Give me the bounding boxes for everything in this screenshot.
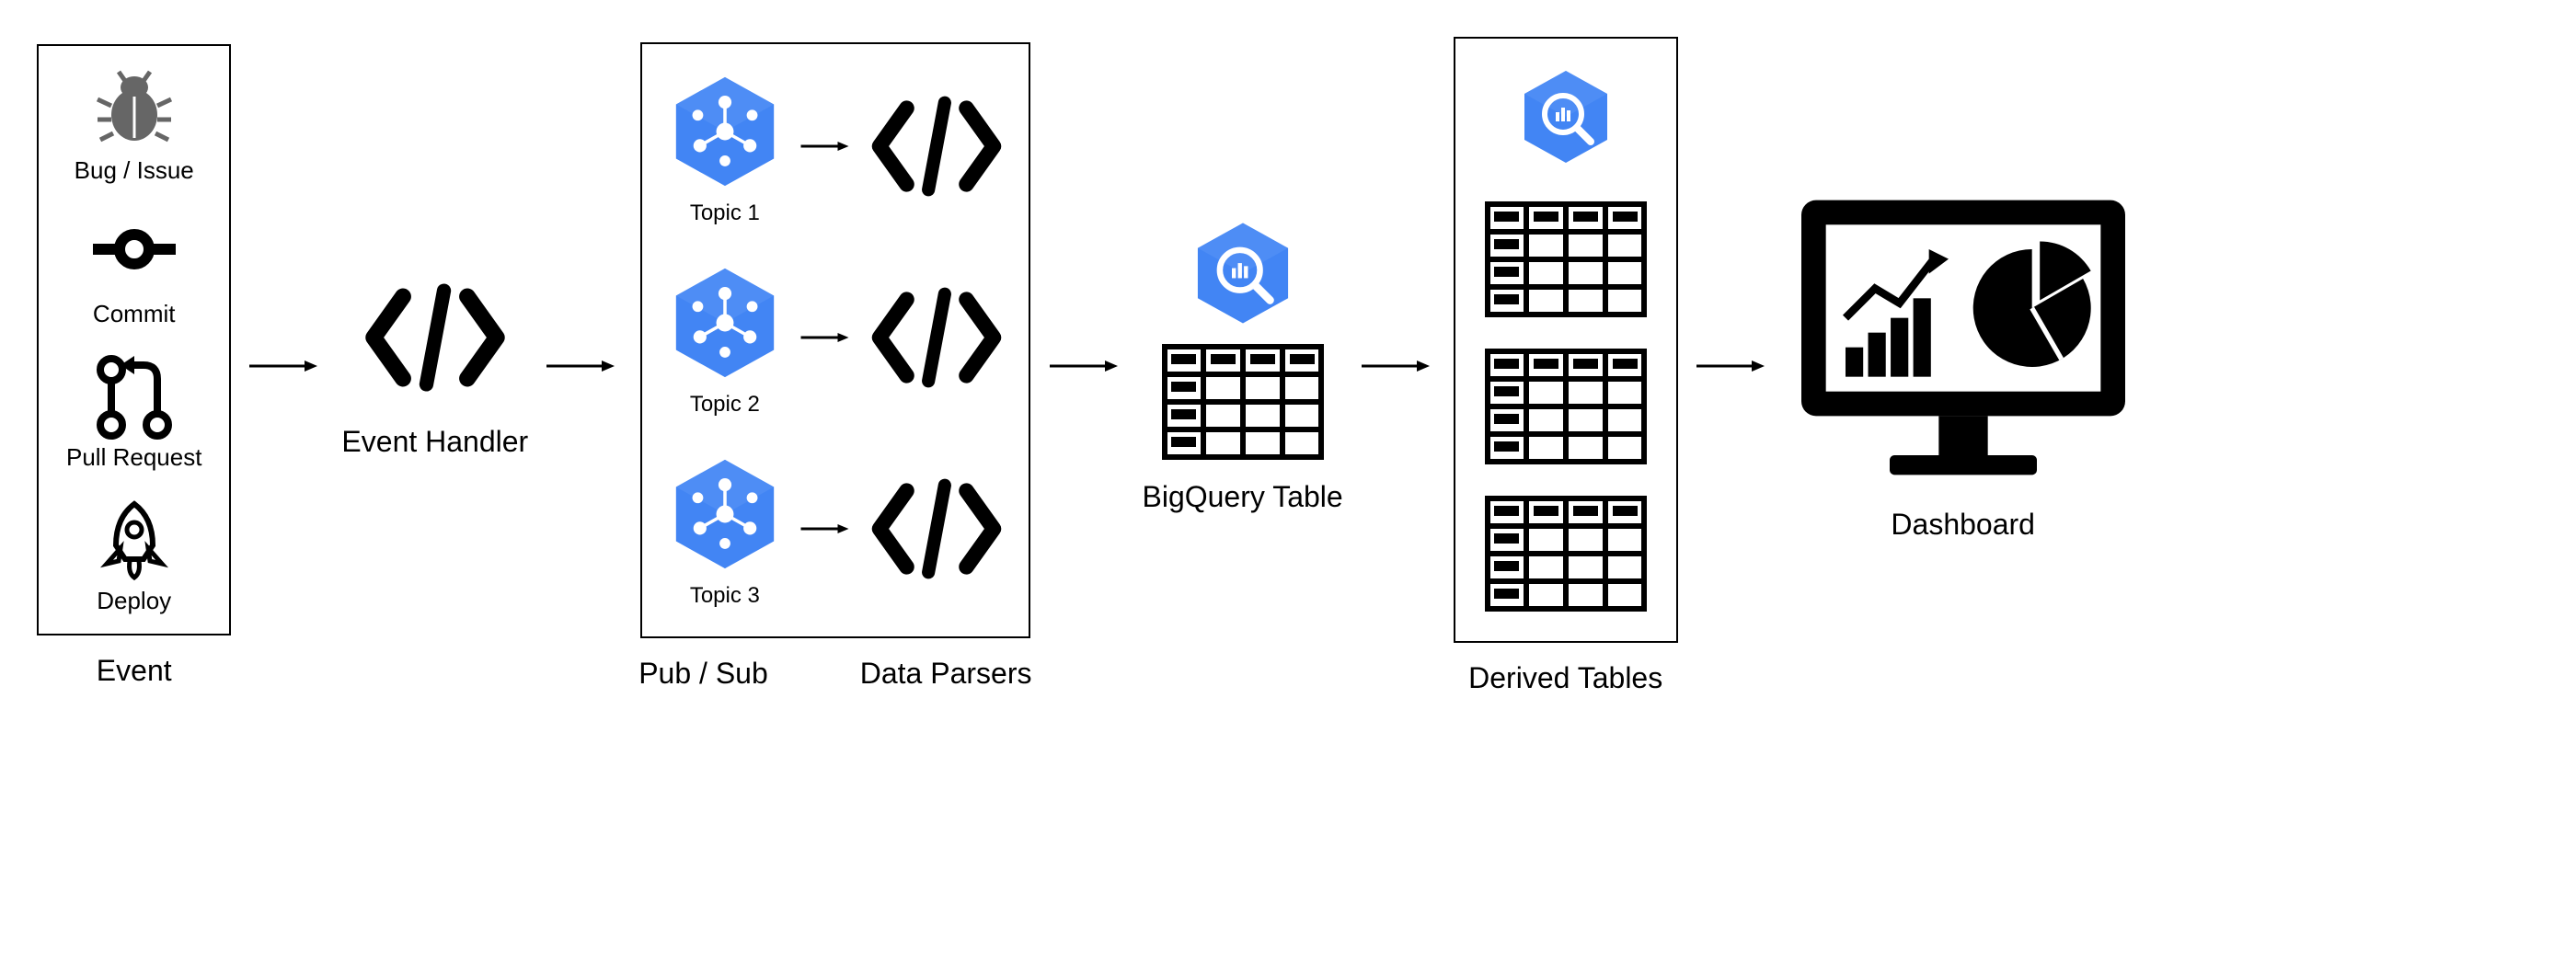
bigquery-hex-icon <box>1515 66 1616 172</box>
event-label: Commit <box>93 300 176 328</box>
arrow-icon <box>1687 352 1779 380</box>
arrow-icon <box>240 352 332 380</box>
event-commit: Commit <box>93 208 176 328</box>
event-handler-stage: Event Handler <box>341 273 528 459</box>
pubsub-stage: Topic 1 Topic 2 Topic 3 <box>638 42 1031 691</box>
dashboard-stage: Dashboard <box>1788 190 2138 542</box>
arrow-icon <box>799 328 854 351</box>
pull-request-icon <box>93 351 176 434</box>
pubsub-hex-icon <box>665 72 785 196</box>
arrow-icon <box>1041 352 1133 380</box>
table-icon <box>1483 347 1649 466</box>
arrow-icon <box>537 352 629 380</box>
pubsub-label: Pub / Sub <box>638 657 768 691</box>
bug-icon <box>93 64 176 147</box>
pubsub-row: Topic 1 <box>665 72 1006 226</box>
derived-tables-stage: Derived Tables <box>1454 37 1678 695</box>
pubsub-row: Topic 3 <box>665 454 1006 609</box>
event-pull-request: Pull Request <box>66 351 201 472</box>
table-icon <box>1160 342 1326 462</box>
bigquery-stage: BigQuery Table <box>1142 218 1342 514</box>
topic-label: Topic 2 <box>690 392 760 418</box>
event-label: Pull Request <box>66 443 201 472</box>
bigquery-label: BigQuery Table <box>1142 480 1342 514</box>
topic-label: Topic 1 <box>690 200 760 226</box>
event-handler-label: Event Handler <box>341 425 528 459</box>
code-icon <box>868 86 1006 211</box>
arrow-icon <box>799 137 854 160</box>
derived-tables-box <box>1454 37 1678 643</box>
dashboard-label: Dashboard <box>1891 508 2035 542</box>
derived-tables-label: Derived Tables <box>1468 661 1662 695</box>
event-label: Bug / Issue <box>75 156 194 185</box>
event-deploy: Deploy <box>93 495 176 615</box>
event-stage-label: Event <box>97 654 172 688</box>
data-parsers-label: Data Parsers <box>860 657 1032 691</box>
architecture-diagram: Bug / Issue Commit Pull Request Deploy E… <box>37 37 2539 695</box>
event-bug-issue: Bug / Issue <box>75 64 194 185</box>
pubsub-box: Topic 1 Topic 2 Topic 3 <box>640 42 1030 638</box>
code-icon <box>868 278 1006 402</box>
event-box: Bug / Issue Commit Pull Request Deploy <box>37 44 231 635</box>
event-stage: Bug / Issue Commit Pull Request Deploy E… <box>37 44 231 688</box>
table-icon <box>1483 200 1649 319</box>
commit-icon <box>93 208 176 291</box>
rocket-icon <box>93 495 176 578</box>
pubsub-hex-icon <box>665 263 785 387</box>
dashboard-monitor-icon <box>1788 190 2138 489</box>
table-icon <box>1483 494 1649 613</box>
code-icon <box>868 469 1006 593</box>
bigquery-hex-icon <box>1188 218 1298 333</box>
topic-label: Topic 3 <box>690 583 760 609</box>
arrow-icon <box>799 520 854 543</box>
arrow-icon <box>1352 352 1444 380</box>
code-icon <box>362 273 509 406</box>
pubsub-row: Topic 2 <box>665 263 1006 418</box>
event-label: Deploy <box>97 587 171 615</box>
pubsub-hex-icon <box>665 454 785 578</box>
